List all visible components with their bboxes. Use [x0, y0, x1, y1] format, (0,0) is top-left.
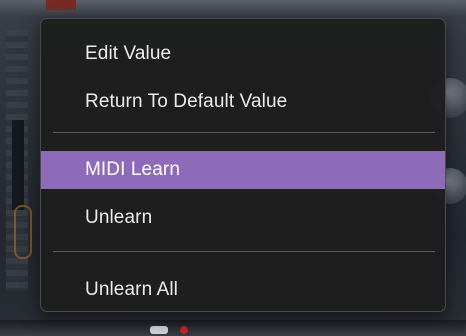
plugin-footer-strip — [0, 320, 466, 336]
plugin-footer-led — [180, 326, 188, 334]
plugin-red-marker — [46, 0, 76, 10]
menu-separator — [53, 132, 435, 133]
plugin-fader-cap — [12, 120, 24, 210]
menu-item-return-to-default-value[interactable]: Return To Default Value — [41, 83, 445, 121]
plugin-footer-button — [150, 326, 168, 334]
parameter-context-menu: Edit Value Return To Default Value MIDI … — [40, 18, 446, 312]
menu-item-midi-learn[interactable]: MIDI Learn — [41, 151, 445, 189]
menu-separator — [53, 251, 435, 252]
menu-item-unlearn-all[interactable]: Unlearn All — [41, 271, 445, 309]
menu-item-edit-value[interactable]: Edit Value — [41, 35, 445, 73]
menu-item-unlearn[interactable]: Unlearn — [41, 199, 445, 237]
plugin-orange-outline — [14, 205, 32, 259]
